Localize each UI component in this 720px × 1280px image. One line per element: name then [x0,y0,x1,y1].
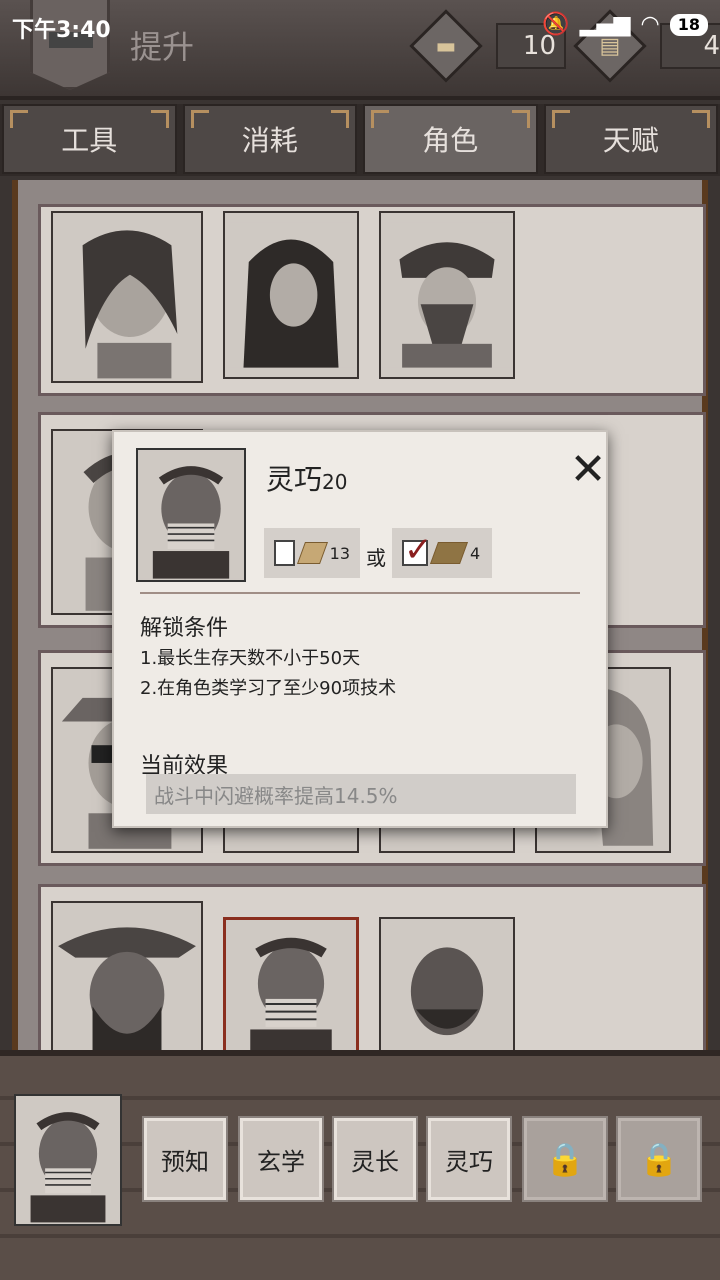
scroll-token-icon [296,542,328,564]
tab-corner-icon [511,110,530,128]
selected-character-portrait [14,1094,122,1226]
status-icons: 🔕 ▂▄▆ ◠ 18 [542,12,708,37]
signal-icon: ▂▄▆ [579,12,631,37]
unlock-conditions-title: 解锁条件 [140,616,229,641]
character-group [38,204,706,396]
lock-icon: 🔒 [639,1140,679,1178]
skill-label: 灵长 [351,1147,399,1176]
skill-label: 玄学 [257,1147,305,1176]
cost-amount: 13 [329,543,350,563]
skill-button-mysticism[interactable]: 玄学 [238,1116,324,1202]
tab-corner-icon [190,110,209,128]
close-icon[interactable]: ✕ [568,448,608,492]
character-portrait[interactable] [379,917,515,1063]
skill-button-primate[interactable]: 灵长 [332,1116,418,1202]
tab-consumables[interactable]: 消耗 [182,104,357,174]
or-label: 或 [366,546,386,570]
character-portrait[interactable] [51,901,203,1063]
cost-amount: 4 [470,543,481,563]
lock-icon: 🔒 [545,1140,585,1178]
tab-corner-icon [371,110,389,128]
skill-detail-popup: 灵巧20 ✕ 13 或 4 解锁条件 1.最长生存天数不小于50天 2.在角色类… [112,430,608,828]
tab-characters[interactable]: 角色 [363,104,538,174]
skill-button-foresight[interactable]: 预知 [142,1116,228,1202]
current-effect-text: 战斗中闪避概率提高14.5% [146,774,576,814]
cost-checkbox-checked[interactable] [402,530,433,570]
skill-button-agility[interactable]: 灵巧 [426,1116,512,1202]
tab-talents[interactable]: 天赋 [543,104,718,174]
unlock-condition: 1.最长生存天数不小于50天 [140,648,361,669]
tab-corner-icon [551,110,570,128]
popup-character-portrait [136,448,246,582]
character-portrait-selected[interactable] [223,917,359,1063]
battery-icon: 18 [669,13,708,36]
category-tabs: 工具 消耗 角色 天赋 [0,104,720,176]
skill-title: 灵巧20 [266,458,347,498]
tab-label: 消耗 [241,124,298,157]
tab-corner-icon [331,110,349,128]
cost-option-book[interactable]: 4 [392,528,492,578]
character-portrait[interactable] [51,211,203,383]
skill-button-locked[interactable]: 🔒 [616,1116,702,1202]
status-time: 下午3:40 [12,18,111,43]
tab-label: 角色 [422,124,479,157]
skill-label: 灵巧 [445,1147,493,1176]
mute-icon: 🔕 [542,12,570,37]
tab-tools[interactable]: 工具 [2,104,177,174]
tab-label: 工具 [61,124,118,157]
unlock-condition: 2.在角色类学习了至少90项技术 [140,678,397,699]
tab-corner-icon [692,110,710,128]
cost-checkbox[interactable] [274,540,295,566]
skill-level: 20 [322,470,348,494]
skill-label: 预知 [161,1147,209,1176]
tab-label: 天赋 [602,124,659,157]
skill-button-locked[interactable]: 🔒 [522,1116,608,1202]
skill-name: 灵巧 [266,463,323,496]
cost-option-scroll[interactable]: 13 [264,528,360,578]
tab-corner-icon [150,110,169,128]
skill-bar: 预知 玄学 灵长 灵巧 🔒 🔒 [0,1050,720,1280]
book-token-icon [429,542,469,564]
divider [140,592,580,594]
character-portrait[interactable] [223,211,359,379]
wifi-icon: ◠ [640,12,660,37]
tab-corner-icon [10,110,28,128]
character-portrait[interactable] [379,211,515,379]
character-group [38,884,706,1063]
status-bar: 下午3:40 🔕 ▂▄▆ ◠ 18 [0,0,720,50]
